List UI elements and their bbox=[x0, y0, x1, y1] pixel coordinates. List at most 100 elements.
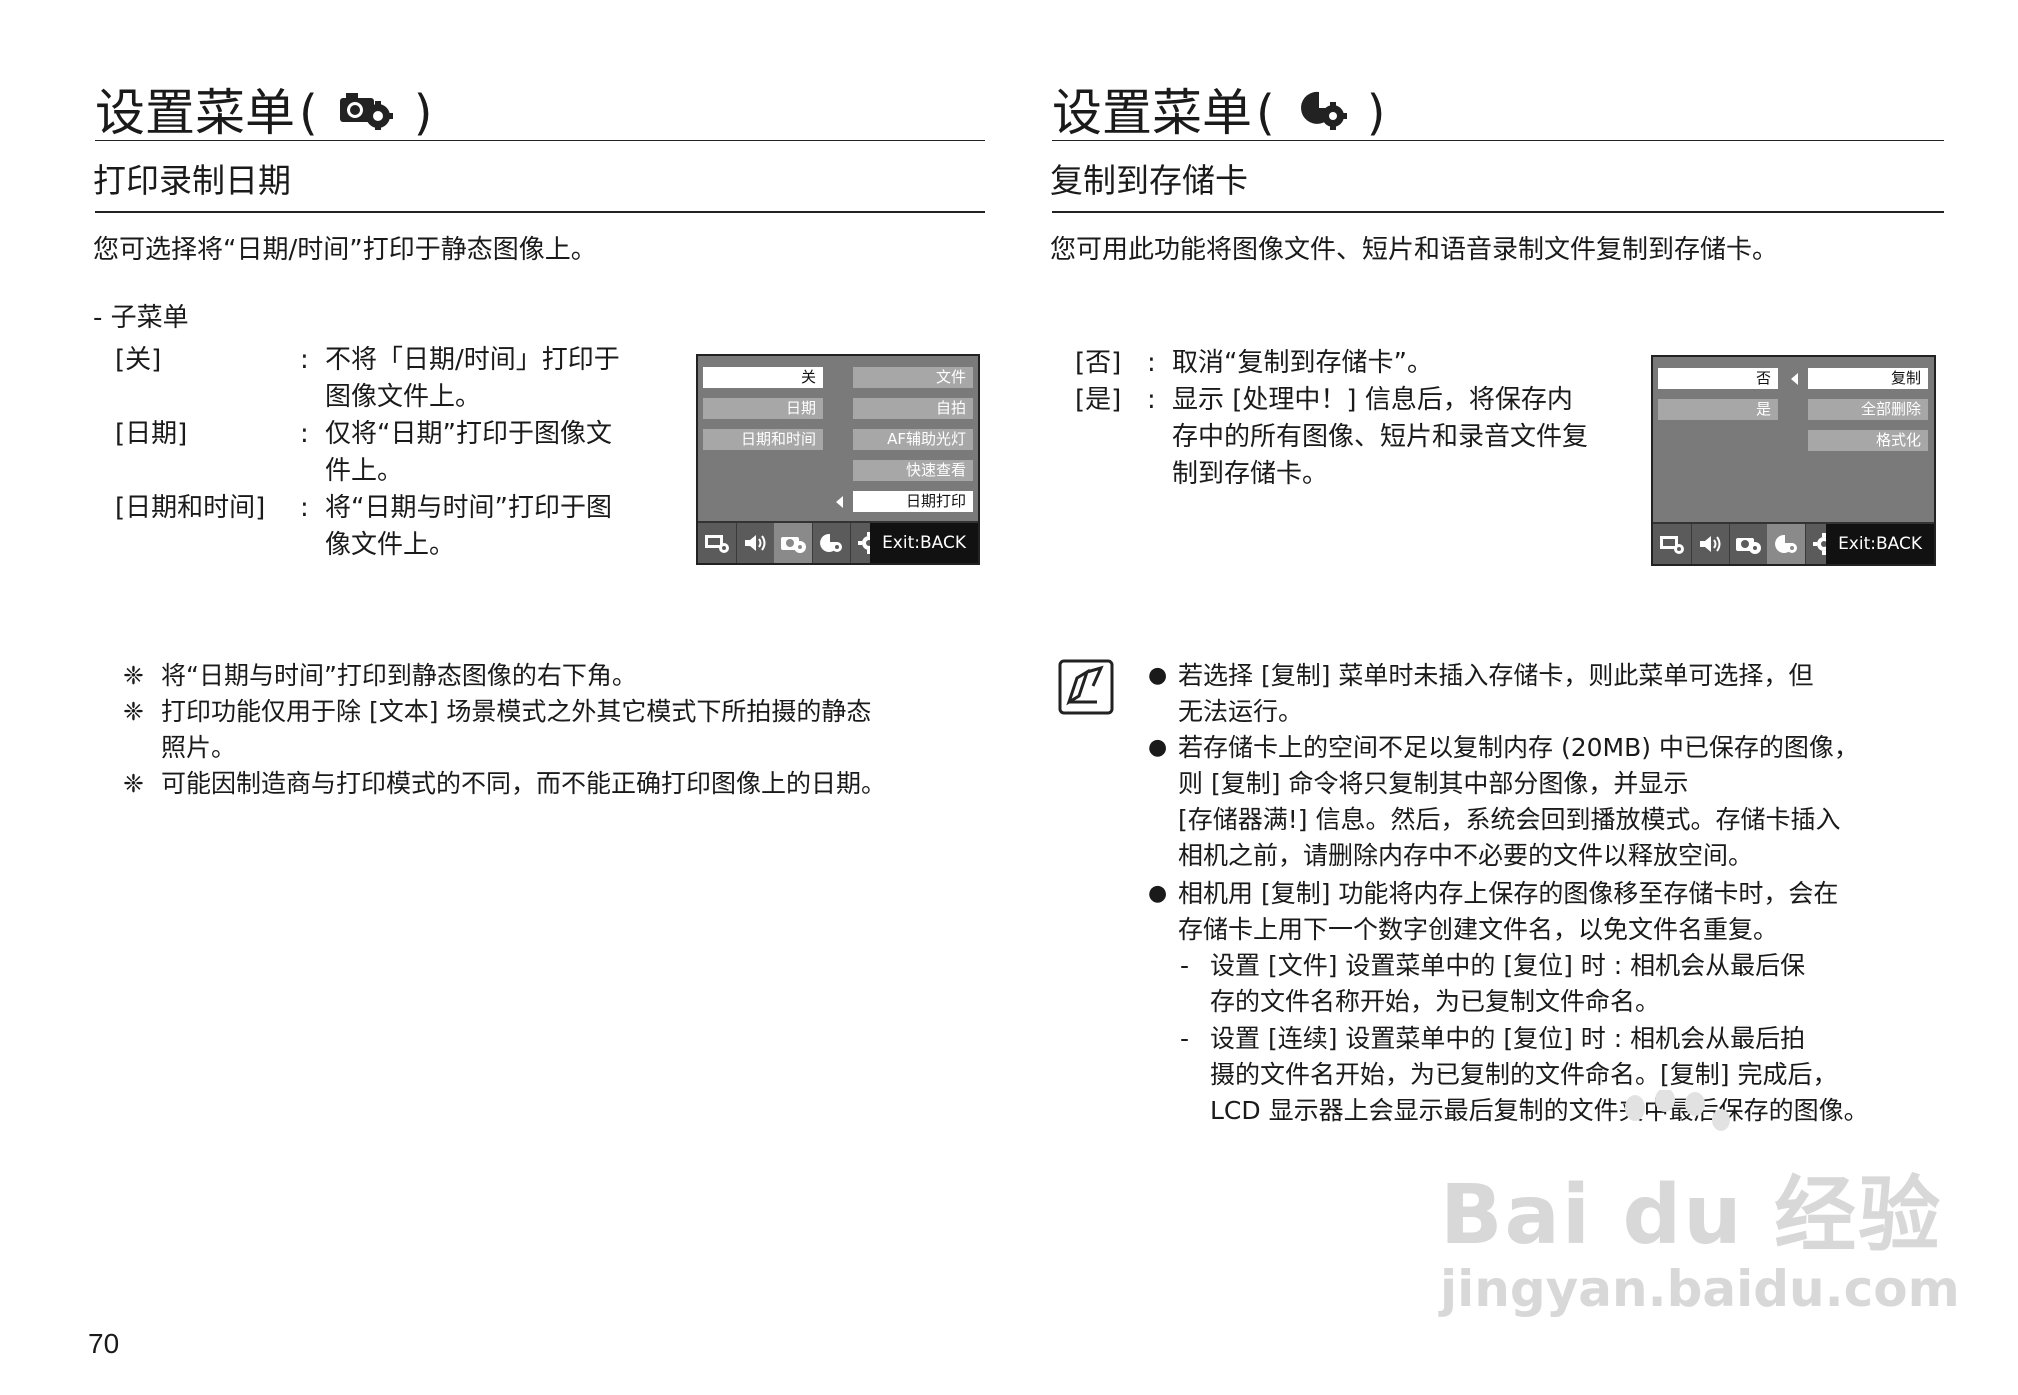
left-lcd-screen: 关 日期 日期和时间 文件 自拍 AF辅助光灯 快速查看 日期打印 Exit:B… bbox=[696, 354, 980, 565]
left-title-rule bbox=[95, 140, 985, 141]
left-page-title: 设置菜单 ( ) bbox=[95, 83, 432, 143]
right-title-paren-open: ( bbox=[1256, 85, 1275, 141]
lcd-left-arrow-icon bbox=[1791, 373, 1798, 385]
right-title-paren-close: ) bbox=[1366, 85, 1386, 141]
lcd-option-date: 日期 bbox=[703, 398, 823, 419]
lcd-tab-bar: Exit:BACK bbox=[1653, 522, 1934, 564]
bullet-line: 则 [复制] 命令将只复制其中部分图像，并显示 bbox=[1178, 769, 1689, 798]
definition-colon: : bbox=[300, 345, 309, 375]
subitem-line: 存的文件名称开始，为已复制文件命名。 bbox=[1210, 987, 1661, 1016]
bullet-line: 若存储卡上的空间不足以复制内存 (20MB) 中已保存的图像， bbox=[1178, 733, 1859, 762]
definition-line: 像文件上。 bbox=[325, 530, 456, 560]
lcd-option-no: 否 bbox=[1658, 368, 1778, 389]
page-number: 70 bbox=[88, 1328, 120, 1359]
definition-line: 件上。 bbox=[325, 456, 404, 486]
lcd-menu-date-imprint: 日期打印 bbox=[853, 491, 973, 512]
lcd-tab-bar: Exit:BACK bbox=[698, 521, 978, 563]
bullet-mark: ● bbox=[1148, 663, 1168, 688]
note-mark: ❈ bbox=[123, 697, 144, 726]
subitem-line: 设置 [连续] 设置菜单中的 [复位] 时 : 相机会从最后拍 bbox=[1210, 1024, 1806, 1053]
left-note-2: ❈ 打印功能仅用于除 [文本] 场景模式之外其它模式下所拍摄的静态 照片。 bbox=[123, 694, 993, 766]
watermark-url: jingyan.baidu.com bbox=[1440, 1260, 1960, 1318]
bullet-mark: ● bbox=[1148, 735, 1168, 760]
lcd-option-off: 关 bbox=[703, 367, 823, 388]
definition-no: [否] : 取消“复制到存储卡”。 bbox=[1075, 345, 1635, 385]
lcd-menu-copy: 复制 bbox=[1808, 368, 1928, 389]
lcd-menu-quick-view: 快速查看 bbox=[853, 460, 973, 481]
right-section-rule bbox=[1052, 211, 1944, 213]
left-section-rule bbox=[95, 211, 985, 213]
definition-colon: : bbox=[1147, 348, 1156, 378]
right-title-rule bbox=[1052, 140, 1944, 141]
right-subitem-2: - 设置 [连续] 设置菜单中的 [复位] 时 : 相机会从最后拍 摄的文件名开… bbox=[1180, 1021, 1940, 1129]
camera-settings-tab-icon bbox=[1729, 524, 1768, 564]
playback-settings-tab-icon bbox=[1767, 524, 1806, 564]
lcd-left-arrow-icon bbox=[836, 496, 843, 508]
lcd-exit-back: Exit:BACK bbox=[1826, 524, 1934, 564]
lcd-menu-self-timer: 自拍 bbox=[853, 398, 973, 419]
right-title-text: 设置菜单 bbox=[1052, 84, 1252, 142]
bullet-line: 无法运行。 bbox=[1178, 697, 1304, 726]
left-note-1: ❈ 将“日期与时间”打印到静态图像的右下角。 bbox=[123, 658, 993, 694]
definition-term: [是] bbox=[1075, 385, 1122, 415]
watermark-logo: Bai du 经验 bbox=[1440, 1168, 1943, 1263]
playback-settings-tab-icon bbox=[812, 523, 851, 563]
sound-icon bbox=[1691, 524, 1730, 564]
definition-colon: : bbox=[1147, 385, 1156, 415]
bullet-line: [存储器满!] 信息。然后，系统会回到播放模式。存储卡插入 bbox=[1178, 805, 1841, 834]
definition-colon: : bbox=[300, 419, 309, 449]
right-bullet-2: ● 若存储卡上的空间不足以复制内存 (20MB) 中已保存的图像， 则 [复制]… bbox=[1148, 730, 1938, 874]
note-line: 可能因制造商与打印模式的不同，而不能正确打印图像上的日期。 bbox=[161, 769, 887, 798]
lcd-option-date-time: 日期和时间 bbox=[703, 429, 823, 450]
display-settings-icon bbox=[698, 523, 737, 563]
definition-date: [日期] : 仅将“日期”打印于图像文 件上。 bbox=[115, 416, 675, 496]
right-bullet-1: ● 若选择 [复制] 菜单时未插入存储卡，则此菜单可选择，但 无法运行。 bbox=[1148, 658, 1938, 730]
note-line: 将“日期与时间”打印到静态图像的右下角。 bbox=[161, 661, 637, 690]
right-section-heading: 复制到存储卡 bbox=[1050, 161, 1248, 200]
lcd-menu-file: 文件 bbox=[853, 367, 973, 388]
lcd-menu-format: 格式化 bbox=[1808, 430, 1928, 451]
right-bullet-3: ● 相机用 [复制] 功能将内存上保存的图像移至存储卡时，会在 存储卡上用下一个… bbox=[1148, 876, 1938, 948]
definition-term: [日期和时间] bbox=[115, 493, 266, 523]
definition-term: [否] bbox=[1075, 348, 1122, 378]
lcd-menu-delete-all: 全部删除 bbox=[1808, 399, 1928, 420]
definition-date-time: [日期和时间] : 将“日期与时间”打印于图 像文件上。 bbox=[115, 490, 675, 570]
bullet-line: 存储卡上用下一个数字创建文件名，以免文件名重复。 bbox=[1178, 915, 1779, 944]
note-line: 照片。 bbox=[161, 733, 237, 762]
definition-colon: : bbox=[300, 493, 309, 523]
right-page-title: 设置菜单 ( ) bbox=[1052, 83, 1385, 143]
bullet-line: 若选择 [复制] 菜单时未插入存储卡，则此菜单可选择，但 bbox=[1178, 661, 1814, 690]
lcd-menu-af-lamp: AF辅助光灯 bbox=[853, 429, 973, 450]
definition-yes: [是] : 显示 [处理中！] 信息后，将保存内 存中的所有图像、短片和录音文件… bbox=[1075, 382, 1635, 502]
definition-line: 取消“复制到存储卡”。 bbox=[1172, 348, 1433, 378]
subitem-mark: - bbox=[1180, 951, 1190, 980]
subitem-mark: - bbox=[1180, 1024, 1190, 1053]
definition-line: 存中的所有图像、短片和录音文件复 bbox=[1172, 422, 1589, 452]
bullet-mark: ● bbox=[1148, 881, 1168, 906]
display-settings-icon bbox=[1653, 524, 1692, 564]
definition-line: 将“日期与时间”打印于图 bbox=[325, 493, 612, 523]
lcd-option-yes: 是 bbox=[1658, 399, 1778, 420]
playback-settings-icon bbox=[1299, 83, 1347, 143]
bullet-line: 相机用 [复制] 功能将内存上保存的图像移至存储卡时，会在 bbox=[1178, 879, 1839, 908]
left-note-3: ❈ 可能因制造商与打印模式的不同，而不能正确打印图像上的日期。 bbox=[123, 766, 993, 802]
note-line: 打印功能仅用于除 [文本] 场景模式之外其它模式下所拍摄的静态 bbox=[161, 697, 872, 726]
definition-line: 图像文件上。 bbox=[325, 382, 482, 412]
bullet-line: 相机之前，请删除内存中不必要的文件以释放空间。 bbox=[1178, 841, 1754, 870]
definition-term: [日期] bbox=[115, 419, 188, 449]
left-intro: 您可选择将“日期/时间”打印于静态图像上。 bbox=[93, 235, 597, 265]
note-mark: ❈ bbox=[123, 661, 144, 690]
sound-icon bbox=[736, 523, 775, 563]
note-pencil-icon bbox=[1057, 658, 1115, 720]
left-section-heading: 打印录制日期 bbox=[93, 161, 291, 200]
submenu-label: - 子菜单 bbox=[93, 303, 189, 333]
note-mark: ❈ bbox=[123, 769, 144, 798]
camera-settings-icon bbox=[338, 83, 394, 143]
camera-settings-tab-icon bbox=[774, 523, 813, 563]
definition-off: [关] : 不将「日期/时间」打印于 图像文件上。 bbox=[115, 342, 675, 422]
right-lcd-screen: 否 是 复制 全部删除 格式化 Exit:BACK bbox=[1651, 355, 1936, 566]
definition-line: 制到存储卡。 bbox=[1172, 459, 1329, 489]
definition-line: 显示 [处理中！] 信息后，将保存内 bbox=[1172, 385, 1573, 415]
right-subitem-1: - 设置 [文件] 设置菜单中的 [复位] 时 : 相机会从最后保 存的文件名称… bbox=[1180, 948, 1940, 1020]
left-title-text: 设置菜单 bbox=[95, 84, 295, 142]
